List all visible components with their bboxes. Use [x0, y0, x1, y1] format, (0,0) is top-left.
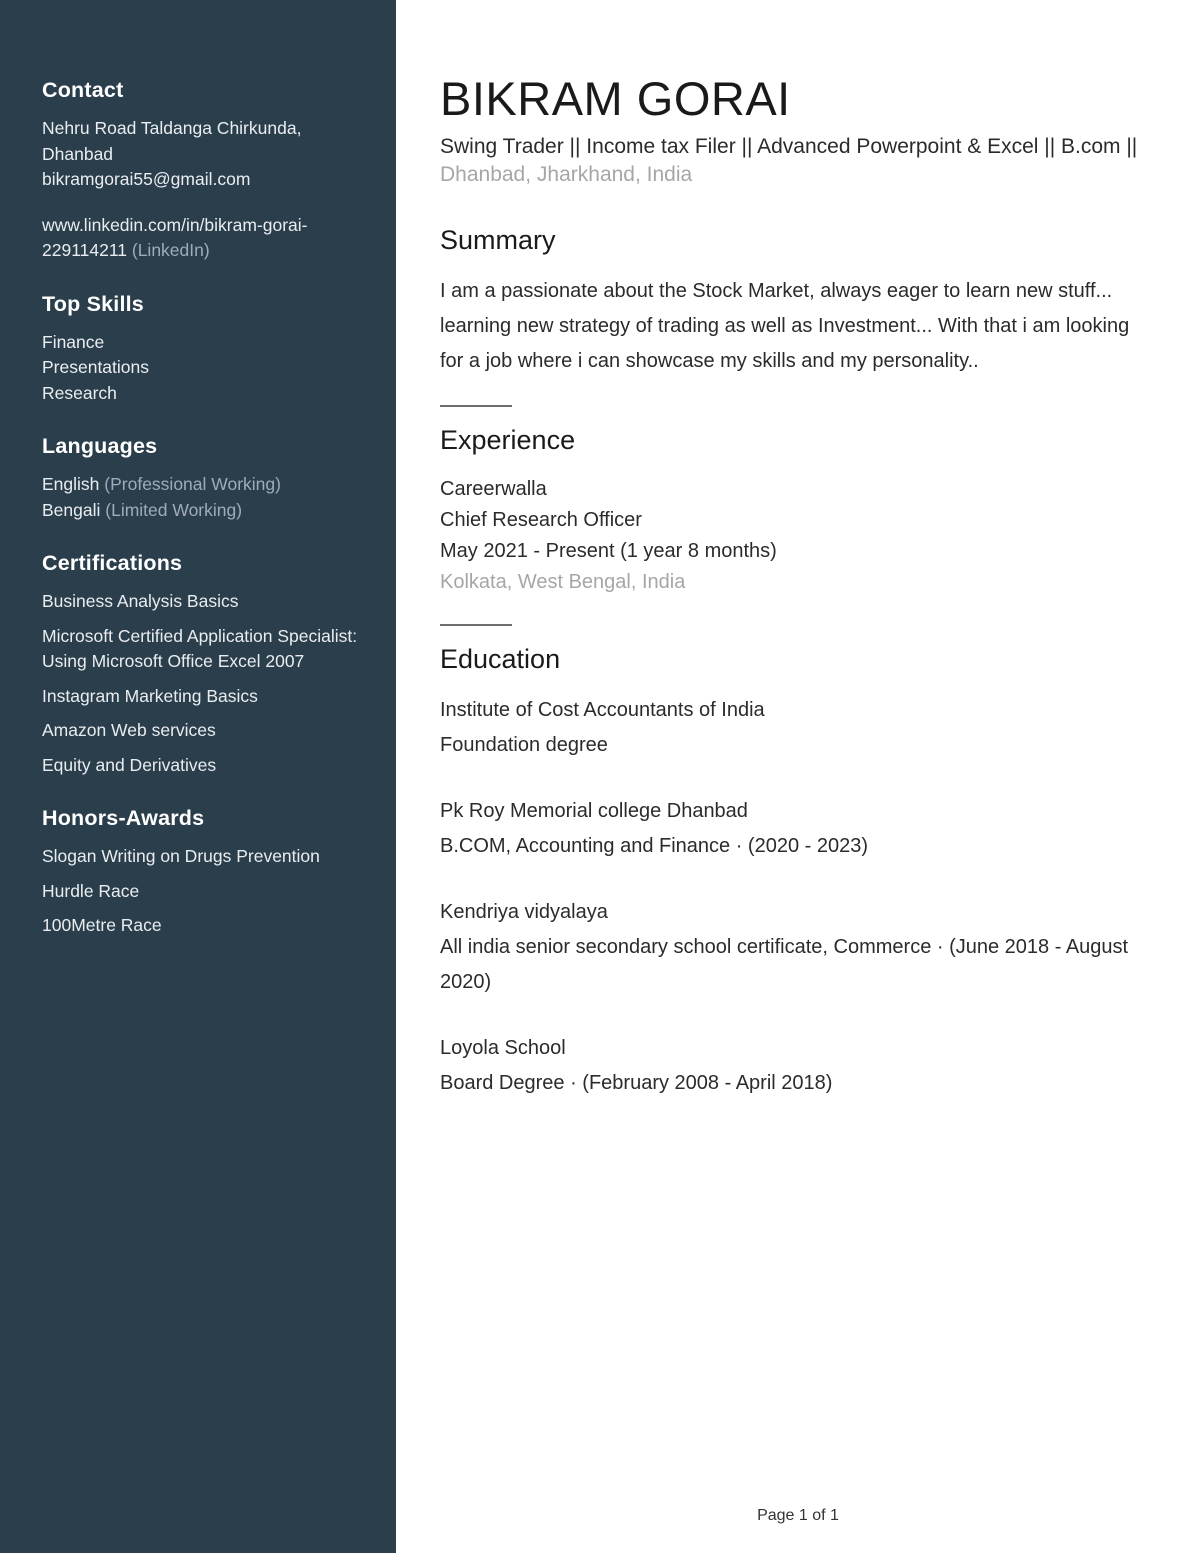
contact-email[interactable]: bikramgorai55@gmail.com [42, 167, 366, 193]
section-experience: Experience Careerwalla Chief Research Of… [440, 405, 1160, 598]
education-degree: B.COM, Accounting and Finance · (2020 - … [440, 835, 869, 858]
honor-item: Hurdle Race [42, 880, 140, 901]
contact-linkedin[interactable]: www.linkedin.com/in/bikram-gorai-2291142… [42, 213, 366, 264]
education-school: Kendriya vidyalaya [440, 901, 608, 924]
certification-item: Business Analysis Basics [42, 591, 239, 611]
experience-title: Chief Research Officer [440, 509, 642, 532]
section-summary: Summary I am a passionate about the Stoc… [440, 225, 1160, 379]
sidebar-section-honors: Honors-Awards Slogan Writing on Drugs Pr… [42, 806, 366, 939]
certification-item: Instagram Marketing Basics [42, 685, 258, 706]
sidebar-section-top-skills: Top Skills Finance Presentations Researc… [42, 292, 366, 407]
page-title: BIKRAM GORAI [440, 72, 791, 125]
experience-dates: May 2021 - Present (1 year 8 months) [440, 540, 777, 563]
education-degree: Foundation degree [440, 734, 608, 757]
skill-item: Finance [42, 331, 105, 352]
language-name: Bengali [42, 499, 101, 520]
language-item: Bengali (Limited Working) [42, 498, 366, 524]
section-divider [440, 624, 512, 627]
language-name: English [42, 474, 100, 494]
sidebar: Contact Nehru Road Taldanga Chirkunda, D… [0, 0, 396, 1553]
experience-location: Kolkata, West Bengal, India [440, 571, 686, 594]
page-footer: Page 1 of 1 [757, 1507, 839, 1524]
education-school: Pk Roy Memorial college Dhanbad [440, 800, 748, 823]
education-entry: Institute of Cost Accountants of India F… [440, 693, 1160, 763]
honor-item: Slogan Writing on Drugs Prevention [42, 846, 320, 866]
resume-page: Contact Nehru Road Taldanga Chirkunda, D… [0, 0, 1200, 1553]
certification-item: Amazon Web services [42, 720, 216, 740]
sidebar-section-languages: Languages English (Professional Working)… [42, 434, 366, 523]
certification-item: Microsoft Certified Application Speciali… [42, 625, 358, 672]
certification-item: Equity and Derivatives [42, 754, 217, 775]
section-divider [440, 405, 512, 408]
education-degree: Board Degree · (February 2008 - April 20… [440, 1072, 833, 1095]
linkedin-label: (LinkedIn) [131, 240, 210, 260]
sidebar-section-certifications: Certifications Business Analysis Basics … [42, 551, 366, 778]
experience-company: Careerwalla [440, 478, 547, 501]
education-degree: All india senior secondary school certif… [440, 936, 1129, 994]
language-item: English (Professional Working) [42, 472, 366, 498]
education-entry: Kendriya vidyalaya All india senior seco… [440, 895, 1160, 1000]
education-school: Loyola School [440, 1037, 566, 1060]
sidebar-section-contact: Contact Nehru Road Taldanga Chirkunda, D… [42, 78, 366, 264]
headline: Swing Trader || Income tax Filer || Adva… [440, 135, 1138, 159]
experience-entry: Careerwalla Chief Research Officer May 2… [440, 474, 1160, 598]
section-education: Education Institute of Cost Accountants … [440, 624, 1160, 1101]
top-skills-heading: Top Skills [42, 291, 144, 316]
honor-item: 100Metre Race [42, 915, 162, 935]
skill-item: Presentations [42, 357, 150, 377]
summary-heading: Summary [440, 225, 556, 256]
education-school: Institute of Cost Accountants of India [440, 699, 765, 722]
skill-item: Research [42, 382, 117, 403]
contact-spacer [42, 193, 366, 213]
honors-heading: Honors-Awards [42, 806, 205, 830]
education-heading: Education [440, 644, 561, 675]
language-level: (Professional Working) [104, 474, 281, 494]
education-entry: Pk Roy Memorial college Dhanbad B.COM, A… [440, 794, 1160, 864]
experience-heading: Experience [440, 425, 576, 456]
main-content: BIKRAM GORAI Swing Trader || Income tax … [396, 0, 1200, 1553]
contact-address: Nehru Road Taldanga Chirkunda, Dhanbad [42, 118, 302, 164]
certifications-heading: Certifications [42, 551, 183, 575]
languages-heading: Languages [42, 434, 158, 458]
summary-text: I am a passionate about the Stock Market… [440, 280, 1130, 373]
education-entry: Loyola School Board Degree · (February 2… [440, 1031, 1160, 1101]
language-level: (Limited Working) [105, 499, 243, 520]
contact-heading: Contact [42, 78, 124, 102]
location: Dhanbad, Jharkhand, India [440, 163, 693, 187]
